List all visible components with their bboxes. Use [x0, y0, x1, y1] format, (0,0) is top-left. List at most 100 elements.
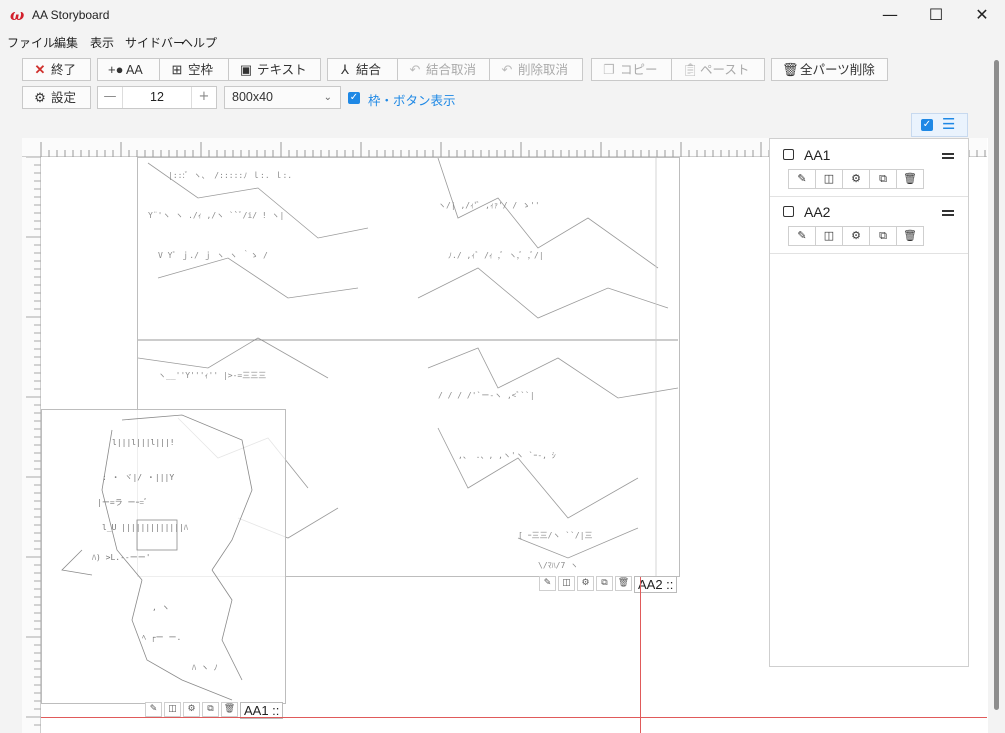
menu-view[interactable]: 表示: [90, 34, 114, 51]
trash-icon[interactable]: 🗑︎: [897, 170, 923, 188]
delete-all-parts-button[interactable]: 🗑︎全パーツ削除: [771, 58, 888, 81]
svg-text:Y¨'ヽ ヽ ./ｨ ,/ヽ ``ﾞ/i/ ! ヽ|: Y¨'ヽ ヽ ./ｨ ,/ヽ ``ﾞ/i/ ! ヽ|: [148, 210, 284, 220]
undo-icon: ↶: [409, 62, 421, 77]
select-all-checkbox[interactable]: ✓: [921, 119, 933, 131]
maximize-button[interactable]: ☐: [913, 0, 959, 32]
canvas-size-value: 800x40: [232, 90, 274, 104]
gear-icon[interactable]: ⚙: [577, 576, 594, 591]
page-guide-horizontal: [41, 717, 987, 718]
scrollbar-thumb[interactable]: [994, 60, 999, 710]
delete-all-label: 全パーツ削除: [800, 63, 875, 77]
menu-sidebar[interactable]: サイドバー: [125, 34, 185, 51]
duplicate-icon[interactable]: ⧉: [870, 227, 897, 245]
trash-icon[interactable]: 🗑︎: [221, 702, 238, 717]
list-view-icon[interactable]: ☰: [942, 115, 955, 133]
menu-help[interactable]: ヘルプ: [181, 34, 217, 51]
aa2-panel-tools: ✎ ◫ ⚙ ⧉ 🗑︎ AA2 ::: [539, 576, 678, 593]
list-item-tools: ✎ ◫ ⚙ ⧉ 🗑︎: [788, 169, 924, 189]
svg-text:ヽ/| ,/ｨ'ﾞ ,ｨｧ'/ / ゝ'': ヽ/| ,/ｨ'ﾞ ,ｨｧ'/ / ゝ'': [438, 201, 540, 210]
svg-text:[ ｰ三三/ヽ ``/|三: [ ｰ三三/ヽ ``/|三: [518, 530, 593, 540]
trash-icon[interactable]: 🗑︎: [615, 576, 632, 591]
merge-button[interactable]: ⅄ 結合: [327, 58, 398, 81]
trash-icon: 🗑︎: [782, 62, 799, 77]
aa2-select-checkbox[interactable]: [783, 206, 794, 217]
unmerge-label: 結合取消: [426, 63, 477, 77]
comment-icon[interactable]: ◫: [816, 227, 843, 245]
edit-icon[interactable]: ✎: [789, 227, 816, 245]
gear-icon[interactable]: ⚙: [843, 227, 870, 245]
plus-square-icon: ⊞: [171, 62, 183, 77]
aa-list-sidebar: AA1 ✎ ◫ ⚙ ⧉ 🗑︎ AA2 ✎ ◫ ⚙ ⧉ 🗑︎: [769, 138, 969, 667]
svg-text:|:::ﾞ ヽ、 /:::::ﾉ ｌ:. ｌ:.: |:::ﾞ ヽ、 /:::::ﾉ ｌ:. ｌ:.: [168, 171, 292, 180]
add-text-button[interactable]: ▣ テキスト: [228, 58, 321, 81]
duplicate-icon[interactable]: ⧉: [596, 576, 613, 591]
list-item-name: AA1: [804, 147, 831, 163]
svg-text:l_U |||||||||||||ﾊ: l_U |||||||||||||ﾊ: [102, 523, 188, 532]
comment-icon[interactable]: ◫: [558, 576, 575, 591]
list-item[interactable]: AA1 ✎ ◫ ⚙ ⧉ 🗑︎: [770, 139, 968, 197]
title-bar: ω AA Storyboard — ☐ ✕: [0, 0, 1005, 32]
blank-frame-label: 空枠: [188, 63, 214, 77]
close-window-button[interactable]: ✕: [959, 0, 1005, 32]
edit-icon[interactable]: ✎: [539, 576, 556, 591]
svg-text:ﾉ./ ,ｨﾞ /ｨ ,ﾞ ヽ,ﾞ ,ﾞ/|: ﾉ./ ,ｨﾞ /ｨ ,ﾞ ヽ,ﾞ ,ﾞ/|: [448, 251, 544, 260]
list-item[interactable]: AA2 ✎ ◫ ⚙ ⧉ 🗑︎: [770, 196, 968, 254]
svg-text:ﾊ ヽ ﾉ: ﾊ ヽ ﾉ: [192, 663, 218, 672]
decrement-button[interactable]: —: [98, 87, 123, 108]
svg-text:/ / / /'`ー-ヽ ,<ﾞ``|: / / / /'`ー-ヽ ,<ﾞ``|: [438, 390, 535, 400]
gear-icon[interactable]: ⚙: [183, 702, 200, 717]
svg-text:, ヽ: , ヽ: [152, 603, 170, 612]
aa1-select-checkbox[interactable]: [783, 149, 794, 160]
edit-icon[interactable]: ✎: [145, 702, 162, 717]
list-item-name: AA2: [804, 204, 831, 220]
svg-text:ﾊ) >L.--ーー': ﾊ) >L.--ーー': [92, 553, 151, 562]
drag-handle-icon[interactable]: [942, 210, 954, 216]
vertical-scrollbar[interactable]: [989, 52, 1005, 733]
add-user-icon: +●: [108, 62, 124, 77]
exit-button[interactable]: ✕ 終了: [22, 58, 91, 81]
canvas-size-select[interactable]: 800x40 ⌄: [224, 86, 341, 109]
drag-handle-icon[interactable]: [942, 153, 954, 159]
settings-button[interactable]: ⚙ 設定: [22, 86, 91, 109]
chevron-down-icon: ⌄: [323, 92, 332, 103]
comment-icon[interactable]: ◫: [816, 170, 843, 188]
menu-bar: ファイル 編集 表示 サイドバー ヘルプ: [0, 32, 1005, 52]
svg-text:,、 .、, ,ヽ'ヽ `ｰ-, ｼ: ,、 .、, ,ヽ'ヽ `ｰ-, ｼ: [458, 450, 556, 460]
copy-button[interactable]: ❐ コピー: [591, 58, 672, 81]
window-title: AA Storyboard: [32, 8, 110, 22]
clipboard-icon: 📋︎: [682, 62, 699, 77]
menu-edit[interactable]: 編集: [54, 34, 78, 51]
menu-file[interactable]: ファイル: [7, 34, 55, 51]
paste-button[interactable]: 📋︎ペースト: [671, 58, 765, 81]
gear-icon: ⚙: [34, 90, 46, 105]
duplicate-icon[interactable]: ⧉: [202, 702, 219, 717]
add-blank-frame-button[interactable]: ⊞ 空枠: [159, 58, 229, 81]
svg-text:|ー=ラ ーｰ=ﾞ: |ー=ラ ーｰ=ﾞ: [97, 498, 148, 507]
settings-label: 設定: [51, 91, 77, 105]
undo-icon: ↶: [501, 62, 513, 77]
list-item-tools: ✎ ◫ ⚙ ⧉ 🗑︎: [788, 226, 924, 246]
undo-delete-label: 削除取消: [518, 63, 569, 77]
undo-delete-button[interactable]: ↶ 削除取消: [489, 58, 583, 81]
unmerge-button[interactable]: ↶ 結合取消: [397, 58, 490, 81]
copy-icon: ❐: [603, 62, 615, 77]
edit-icon[interactable]: ✎: [789, 170, 816, 188]
exit-label: 終了: [51, 63, 77, 77]
svg-text:V Yﾞ ｊ./ ｊ ヽ ヽ ｀ゝ /: V Yﾞ ｊ./ ｊ ヽ ヽ ｀ゝ /: [158, 250, 268, 260]
close-icon: ✕: [34, 62, 46, 77]
add-aa-button[interactable]: +● AA: [97, 58, 160, 81]
minimize-button[interactable]: —: [867, 0, 913, 32]
duplicate-icon[interactable]: ⧉: [870, 170, 897, 188]
frame-button-checkbox[interactable]: ✓: [348, 92, 360, 104]
frame-button-toggle-label[interactable]: 枠・ボタン表示: [368, 90, 456, 109]
increment-button[interactable]: +: [191, 87, 216, 108]
aa-label: AA: [126, 63, 143, 77]
font-size-input[interactable]: 12: [123, 87, 191, 108]
trash-icon[interactable]: 🗑︎: [897, 227, 923, 245]
font-size-stepper[interactable]: — 12 +: [97, 86, 217, 109]
svg-text:ﾍ ┌ー ー.: ﾍ ┌ー ー.: [142, 633, 181, 643]
aa1-panel[interactable]: l|||l|||l|||! : ・ ヾ|/ ・|||Y |ー=ラ ーｰ=ﾞ l_…: [41, 409, 286, 704]
gear-icon[interactable]: ⚙: [843, 170, 870, 188]
svg-text:ヽ__''Y'''ｨ'' |>-=三三三: ヽ__''Y'''ｨ'' |>-=三三三: [158, 371, 266, 380]
comment-icon[interactable]: ◫: [164, 702, 181, 717]
